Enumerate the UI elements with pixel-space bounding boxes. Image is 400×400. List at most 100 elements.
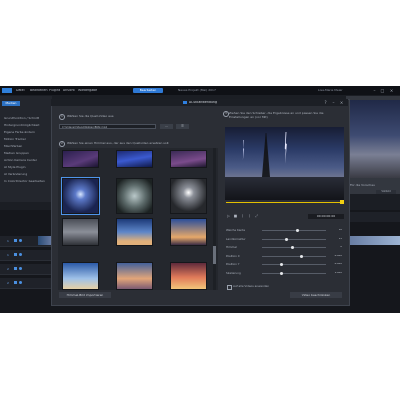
param-slider-knob[interactable] (279, 272, 283, 275)
sky-thumbnail[interactable] (170, 178, 207, 214)
param-slider-knob[interactable] (295, 229, 299, 232)
sky-thumbnail[interactable] (116, 218, 153, 246)
import-sky-button[interactable]: Himmel-Bild importieren (59, 292, 111, 298)
menu-edit[interactable]: Bearbeiten (30, 89, 48, 92)
param-value[interactable]: 0.000 (327, 255, 342, 258)
param-value[interactable]: 15 (327, 238, 342, 241)
track-header[interactable]: 2 (0, 278, 52, 289)
timeline-clip[interactable] (348, 236, 400, 245)
play-icon[interactable]: ▷ (226, 214, 231, 219)
apply-all-checkbox[interactable] (227, 285, 232, 290)
prev-frame-icon[interactable]: ⟨ (240, 214, 245, 219)
lock-icon[interactable] (14, 267, 17, 270)
lock-icon[interactable] (14, 281, 17, 284)
sky-thumbnail[interactable] (116, 178, 153, 214)
param-slider-knob[interactable] (284, 238, 288, 241)
sky-thumbnail[interactable] (170, 262, 207, 290)
param-label: Weiche Kante (226, 229, 246, 232)
sidebar-item[interactable]: Motion Tracker (4, 138, 50, 141)
param-value[interactable]: 1.000 (327, 272, 342, 275)
track-header[interactable]: 2 (0, 264, 52, 275)
river-foreground (225, 177, 344, 200)
eye-icon[interactable] (19, 253, 22, 256)
stop-icon[interactable]: ■ (233, 214, 238, 219)
lock-icon[interactable] (14, 239, 17, 242)
param-label: Skalierung (226, 272, 241, 275)
param-label: Position Y (226, 263, 240, 266)
sidebar-item[interactable]: Mischfarben (4, 145, 50, 148)
step-1-badge: 1 (59, 114, 65, 120)
param-label: Himmel (226, 246, 237, 249)
dialog-app-icon (183, 101, 187, 104)
sidebar-item[interactable]: Medien Gruppen (4, 152, 50, 155)
sidebar-item[interactable]: Grundfunktion / Schnitt (4, 117, 50, 120)
menu-file[interactable]: Datei (16, 89, 25, 92)
grid-scrollbar[interactable] (213, 148, 216, 290)
param-label: Position X (226, 255, 240, 258)
sidebar: Medien (0, 96, 52, 202)
step-3-text: Ziehen Sie den Schieber, die Ergebnisse … (229, 111, 324, 119)
param-slider[interactable] (262, 273, 326, 274)
lock-icon[interactable] (14, 253, 17, 256)
param-slider[interactable] (262, 230, 326, 231)
param-label: Landkorrektur (226, 238, 246, 241)
close-icon[interactable]: × (339, 100, 344, 105)
sky-thumbnail[interactable] (61, 177, 100, 215)
fullscreen-button[interactable]: Vollbild (376, 190, 396, 194)
sidebar-item[interactable]: Action Kamera Center (4, 159, 50, 162)
options-button[interactable]: ☰ (176, 124, 189, 129)
param-slider[interactable] (262, 264, 326, 265)
menu-playback[interactable]: Wiedergabe (78, 89, 97, 92)
sidebar-item[interactable]: AI Style Plugin (4, 166, 50, 169)
sidebar-item[interactable]: In ColorDirector bearbeiten (4, 180, 50, 183)
param-slider[interactable] (262, 256, 326, 257)
window-title: Neues Projekt (Mai) 2017 (178, 89, 216, 92)
maximize-icon[interactable]: □ (380, 88, 385, 93)
grid-scroll-thumb[interactable] (213, 246, 216, 264)
app-logo-icon (2, 88, 12, 93)
dialog-title: AI-Stilanwendung (189, 101, 217, 104)
edit-mode-button[interactable]: Bearbeiten (133, 88, 163, 93)
menu-plugins[interactable]: Plugins (49, 89, 60, 92)
param-slider-knob[interactable] (279, 263, 283, 266)
param-value[interactable]: 10 (327, 229, 342, 232)
help-icon[interactable]: ? (323, 100, 328, 105)
timecode: 00:00:00:00 (308, 214, 344, 219)
browse-button[interactable]: ... (160, 124, 173, 129)
step-2-badge: 2 (59, 141, 65, 147)
sky-thumbnail[interactable] (62, 150, 99, 168)
menu-bar: Datei Bearbeiten Plugins Ansicht Wiederg… (0, 86, 400, 95)
sky-thumbnail[interactable] (116, 150, 153, 168)
apply-all-label: Auf alle Videos anwenden (233, 285, 270, 288)
track-header[interactable]: 1 (0, 250, 52, 261)
param-slider[interactable] (262, 239, 326, 240)
eye-icon[interactable] (19, 267, 22, 270)
step-1-text: Wählen Sie die Quell-Video aus: (67, 115, 115, 118)
close-icon[interactable]: × (389, 88, 394, 93)
user-name[interactable]: Lisa-Marie Meier (318, 89, 343, 92)
sky-thumbnail[interactable] (62, 262, 99, 290)
tab-media[interactable]: Medien (2, 101, 20, 106)
minimize-icon[interactable]: – (331, 100, 336, 105)
menu-view[interactable]: Ansicht (63, 89, 75, 92)
eye-icon[interactable] (19, 281, 22, 284)
eye-icon[interactable] (19, 239, 22, 242)
sidebar-item[interactable]: AI Veränderung (4, 173, 50, 176)
sidebar-item[interactable]: Eigene Farbe ändern (4, 131, 50, 134)
minimize-icon[interactable]: – (372, 88, 377, 93)
sidebar-item[interactable]: Hintergrundmöglichkeit (4, 124, 50, 127)
sky-thumbnail[interactable] (170, 150, 207, 168)
sky-thumbnail[interactable] (116, 262, 153, 290)
timeline-clip[interactable] (38, 236, 52, 245)
step-2-text: Wählen Sie einen Himmel aus, der aus den… (67, 142, 170, 145)
sky-thumbnail[interactable] (62, 218, 99, 246)
apply-button[interactable]: Video beschränken (290, 292, 342, 298)
sky-thumbnail[interactable] (170, 218, 207, 246)
preview-image (350, 100, 400, 178)
param-value[interactable]: 0 (327, 246, 342, 249)
fullscreen-icon[interactable]: ⤢ (254, 214, 259, 219)
param-value[interactable]: 0.000 (327, 263, 342, 266)
next-frame-icon[interactable]: ⟩ (247, 214, 252, 219)
source-path-field[interactable]: C:\Videos\Videos\Wolken\Blitz.mp4 (59, 124, 156, 129)
split-handle[interactable] (340, 200, 344, 204)
